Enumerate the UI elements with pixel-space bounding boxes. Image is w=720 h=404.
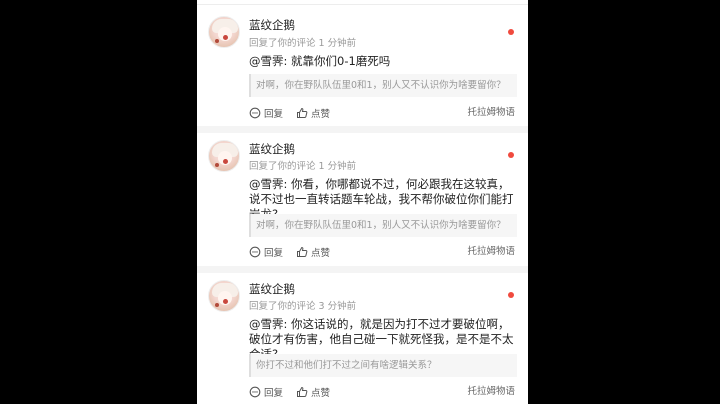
thumbs-up-icon	[297, 386, 308, 397]
unread-dot	[508, 152, 514, 158]
comment-icon	[249, 107, 261, 119]
reply-button[interactable]: 回复	[249, 105, 283, 121]
quoted-comment[interactable]: 你打不过和他们打不过之间有啥逻辑关系？	[249, 354, 517, 377]
reply-meta: 回复了你的评论 3 分钟前	[249, 301, 357, 312]
username[interactable]: 蓝纹企鹅	[249, 281, 295, 297]
reply-button[interactable]: 回复	[249, 244, 283, 260]
quoted-comment[interactable]: 对啊，你在野队队伍里0和1，别人又不认识你为啥要留你？	[249, 74, 517, 97]
divider	[197, 4, 528, 5]
thumbs-up-icon	[297, 107, 308, 118]
username[interactable]: 蓝纹企鹅	[249, 17, 295, 33]
reply-label: 回复	[264, 109, 284, 120]
like-button[interactable]: 点赞	[296, 244, 330, 260]
source-app[interactable]: 托拉姆物语	[467, 384, 515, 400]
reply-button[interactable]: 回复	[249, 384, 283, 400]
divider	[197, 266, 528, 273]
reply-meta: 回复了你的评论 1 分钟前	[249, 161, 357, 172]
avatar[interactable]	[208, 140, 240, 172]
action-bar: 回复 点赞 托拉姆物语	[249, 105, 517, 121]
source-app[interactable]: 托拉姆物语	[467, 105, 515, 121]
divider	[197, 126, 528, 133]
like-label: 点赞	[311, 109, 331, 120]
unread-dot	[508, 292, 514, 298]
avatar[interactable]	[208, 16, 240, 48]
notification-list: 蓝纹企鹅 回复了你的评论 1 分钟前 @雪霁: 就靠你们0-1磨死吗 对啊，你在…	[197, 0, 528, 404]
reply-label: 回复	[264, 388, 284, 399]
quoted-comment[interactable]: 对啊，你在野队队伍里0和1，别人又不认识你为啥要留你？	[249, 214, 517, 237]
action-bar: 回复 点赞 托拉姆物语	[249, 244, 517, 260]
avatar[interactable]	[208, 280, 240, 312]
like-button[interactable]: 点赞	[296, 105, 330, 121]
like-button[interactable]: 点赞	[296, 384, 330, 400]
comment-icon	[249, 246, 261, 258]
reply-content[interactable]: @雪霁: 就靠你们0-1磨死吗	[249, 54, 517, 69]
comment-icon	[249, 386, 261, 398]
unread-dot	[508, 29, 514, 35]
username[interactable]: 蓝纹企鹅	[249, 141, 295, 157]
like-label: 点赞	[311, 248, 331, 259]
reply-label: 回复	[264, 248, 284, 259]
source-app[interactable]: 托拉姆物语	[467, 244, 515, 260]
thumbs-up-icon	[297, 246, 308, 257]
action-bar: 回复 点赞 托拉姆物语	[249, 384, 517, 400]
reply-meta: 回复了你的评论 1 分钟前	[249, 38, 357, 49]
like-label: 点赞	[311, 388, 331, 399]
